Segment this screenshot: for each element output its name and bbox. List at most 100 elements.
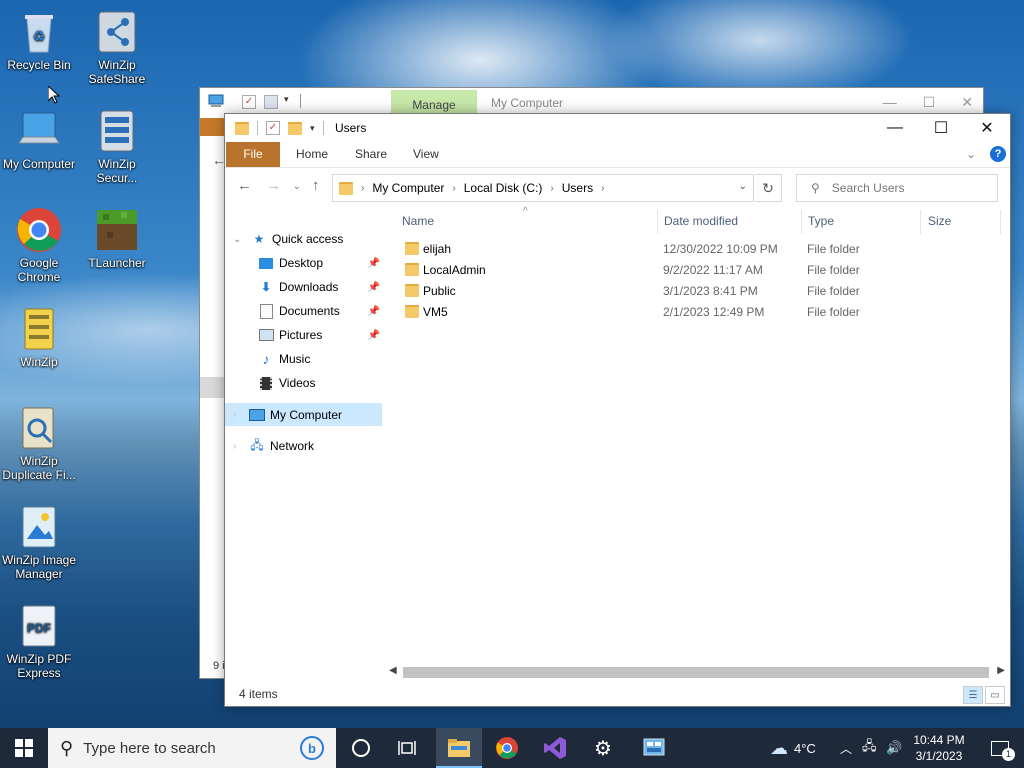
weather-widget[interactable]: ☁ 4°C bbox=[770, 728, 816, 768]
pin-icon[interactable]: 📌 bbox=[368, 258, 380, 269]
navigation-pane: ⌄ ★ Quick access Desktop 📌 ⬇ Downloads 📌… bbox=[225, 228, 382, 668]
expand-icon[interactable]: › bbox=[233, 441, 236, 452]
back-title-bar[interactable]: ✓ ▾ Manage My Computer — ☐ ✕ bbox=[200, 88, 983, 116]
minimize-button[interactable]: — bbox=[872, 114, 918, 142]
column-header-size[interactable]: Size bbox=[928, 214, 951, 228]
help-icon[interactable]: ? bbox=[990, 146, 1006, 162]
maximize-button[interactable]: ☐ bbox=[918, 114, 964, 142]
table-row[interactable]: VM5 2/1/2023 12:49 PM File folder bbox=[385, 301, 1010, 322]
desktop-icon-google-chrome[interactable]: Google Chrome bbox=[0, 206, 78, 284]
new-folder-icon[interactable] bbox=[264, 95, 278, 109]
back-selected-item[interactable] bbox=[200, 377, 224, 398]
network-tray-button[interactable]: 🖧 bbox=[862, 728, 877, 768]
table-row[interactable]: Public 3/1/2023 8:41 PM File folder bbox=[385, 280, 1010, 301]
pin-icon[interactable]: 📌 bbox=[368, 330, 380, 341]
taskbar-search-input[interactable]: ⚲ Type here to search b bbox=[48, 728, 336, 768]
back-file-tab[interactable] bbox=[200, 118, 224, 136]
cortana-button[interactable] bbox=[338, 728, 384, 768]
horizontal-scrollbar[interactable]: ◀ ▶ bbox=[385, 664, 1009, 681]
desktop-icon-winzip-secure[interactable]: WinZip Secur... bbox=[78, 107, 156, 185]
desktop-icon-tlauncher[interactable]: TLauncher bbox=[78, 206, 156, 270]
breadcrumb-local-disk[interactable]: Local Disk (C:) bbox=[464, 181, 543, 195]
notification-center-button[interactable]: 1 bbox=[980, 728, 1020, 768]
star-icon: ★ bbox=[253, 232, 265, 246]
clock[interactable]: 10:44 PM 3/1/2023 bbox=[908, 732, 970, 764]
desktop-icon-winzip-image-manager[interactable]: WinZip Image Manager bbox=[0, 503, 78, 581]
column-header-date[interactable]: Date modified bbox=[664, 214, 738, 228]
desktop-icon-winzip-duplicate[interactable]: WinZip Duplicate Fi... bbox=[0, 404, 78, 482]
forward-arrow-icon[interactable]: → bbox=[266, 177, 281, 194]
pin-icon[interactable]: 📌 bbox=[368, 306, 380, 317]
close-button[interactable]: ✕ bbox=[964, 114, 1010, 142]
details-view-icon[interactable]: ☰ bbox=[963, 686, 983, 704]
taskbar-control-panel[interactable] bbox=[628, 728, 680, 768]
taskbar-visual-studio[interactable] bbox=[532, 728, 578, 768]
tab-view[interactable]: View bbox=[413, 142, 439, 167]
breadcrumb-separator-icon[interactable]: › bbox=[361, 183, 364, 194]
back-arrow-icon[interactable]: ← bbox=[237, 177, 252, 194]
sidebar-item-documents[interactable]: Documents 📌 bbox=[225, 300, 382, 322]
taskbar-settings[interactable]: ⚙ bbox=[580, 728, 626, 768]
large-icons-view-icon[interactable]: ▭ bbox=[985, 686, 1005, 704]
bing-icon[interactable]: b bbox=[300, 736, 324, 760]
sidebar-item-pictures[interactable]: Pictures 📌 bbox=[225, 324, 382, 346]
recent-locations-icon[interactable]: ⌄ bbox=[293, 181, 301, 192]
pin-icon[interactable]: 📌 bbox=[368, 282, 380, 293]
search-input[interactable]: ⚲ Search Users bbox=[796, 174, 998, 202]
new-folder-icon[interactable] bbox=[288, 121, 302, 135]
breadcrumb-my-computer[interactable]: My Computer bbox=[372, 181, 444, 195]
desktop-icon-winzip-pdf-express[interactable]: PDF WinZip PDF Express bbox=[0, 602, 78, 680]
close-button[interactable]: ✕ bbox=[961, 94, 973, 111]
breadcrumb-separator-icon[interactable]: › bbox=[452, 183, 455, 194]
refresh-button[interactable]: ↻ bbox=[755, 174, 782, 202]
sidebar-item-network[interactable]: › 🖧 Network bbox=[225, 435, 382, 457]
breadcrumb-users[interactable]: Users bbox=[562, 181, 593, 195]
column-header-type[interactable]: Type bbox=[808, 214, 834, 228]
expand-icon[interactable]: › bbox=[233, 409, 236, 420]
properties-icon[interactable]: ✓ bbox=[242, 95, 256, 109]
table-row[interactable]: elijah 12/30/2022 10:09 PM File folder bbox=[385, 238, 1010, 259]
tab-file[interactable]: File bbox=[226, 142, 280, 167]
task-view-button[interactable] bbox=[384, 728, 430, 768]
breadcrumb-separator-icon[interactable]: › bbox=[601, 183, 604, 194]
maximize-button[interactable]: ☐ bbox=[923, 94, 936, 111]
minimize-button[interactable]: — bbox=[883, 94, 897, 111]
sidebar-item-downloads[interactable]: ⬇ Downloads 📌 bbox=[225, 276, 382, 298]
sidebar-item-my-computer[interactable]: › My Computer bbox=[225, 403, 382, 426]
column-divider[interactable] bbox=[657, 210, 658, 234]
address-bar[interactable]: › My Computer › Local Disk (C:) › Users … bbox=[332, 174, 754, 202]
address-dropdown-icon[interactable]: ⌄ bbox=[739, 181, 747, 192]
show-hidden-icons-button[interactable]: ︿ bbox=[840, 728, 852, 768]
title-bar[interactable]: ✓ ▾ Users — ☐ ✕ bbox=[225, 114, 1010, 142]
scroll-right-icon[interactable]: ▶ bbox=[997, 665, 1005, 676]
up-arrow-icon[interactable]: ↑ bbox=[312, 177, 320, 194]
sidebar-item-quick-access[interactable]: ⌄ ★ Quick access bbox=[225, 228, 382, 250]
breadcrumb-separator-icon[interactable]: › bbox=[550, 183, 553, 194]
table-row[interactable]: LocalAdmin 9/2/2022 11:17 AM File folder bbox=[385, 259, 1010, 280]
column-divider[interactable] bbox=[801, 210, 802, 234]
customize-qa-icon[interactable]: ▾ bbox=[284, 94, 289, 105]
column-divider[interactable] bbox=[1000, 210, 1001, 234]
tab-home[interactable]: Home bbox=[296, 142, 328, 167]
tab-share[interactable]: Share bbox=[355, 142, 387, 167]
column-header-name[interactable]: Name bbox=[402, 214, 434, 228]
users-explorer-window[interactable]: ✓ ▾ Users — ☐ ✕ File Home Share View ⌄ ?… bbox=[224, 113, 1011, 707]
sidebar-item-desktop[interactable]: Desktop 📌 bbox=[225, 252, 382, 274]
scroll-thumb[interactable] bbox=[403, 667, 989, 678]
desktop-icon-recycle-bin[interactable]: ♻ Recycle Bin bbox=[0, 8, 78, 72]
start-button[interactable] bbox=[0, 728, 48, 768]
desktop-icon-winzip[interactable]: WinZip bbox=[0, 305, 78, 369]
desktop-icon-my-computer[interactable]: My Computer bbox=[0, 107, 78, 171]
properties-icon[interactable]: ✓ bbox=[266, 121, 280, 135]
taskbar-file-explorer[interactable] bbox=[436, 728, 482, 768]
scroll-left-icon[interactable]: ◀ bbox=[389, 665, 397, 676]
taskbar-chrome[interactable] bbox=[484, 728, 530, 768]
volume-button[interactable]: 🔊 bbox=[886, 728, 902, 768]
sidebar-item-music[interactable]: ♪ Music bbox=[225, 348, 382, 370]
expand-ribbon-icon[interactable]: ⌄ bbox=[966, 147, 976, 161]
collapse-icon[interactable]: ⌄ bbox=[233, 234, 241, 245]
desktop-icon-winzip-safeshare[interactable]: WinZip SafeShare bbox=[78, 8, 156, 86]
customize-qa-icon[interactable]: ▾ bbox=[310, 123, 315, 134]
sidebar-item-videos[interactable]: Videos bbox=[225, 372, 382, 394]
column-divider[interactable] bbox=[920, 210, 921, 234]
